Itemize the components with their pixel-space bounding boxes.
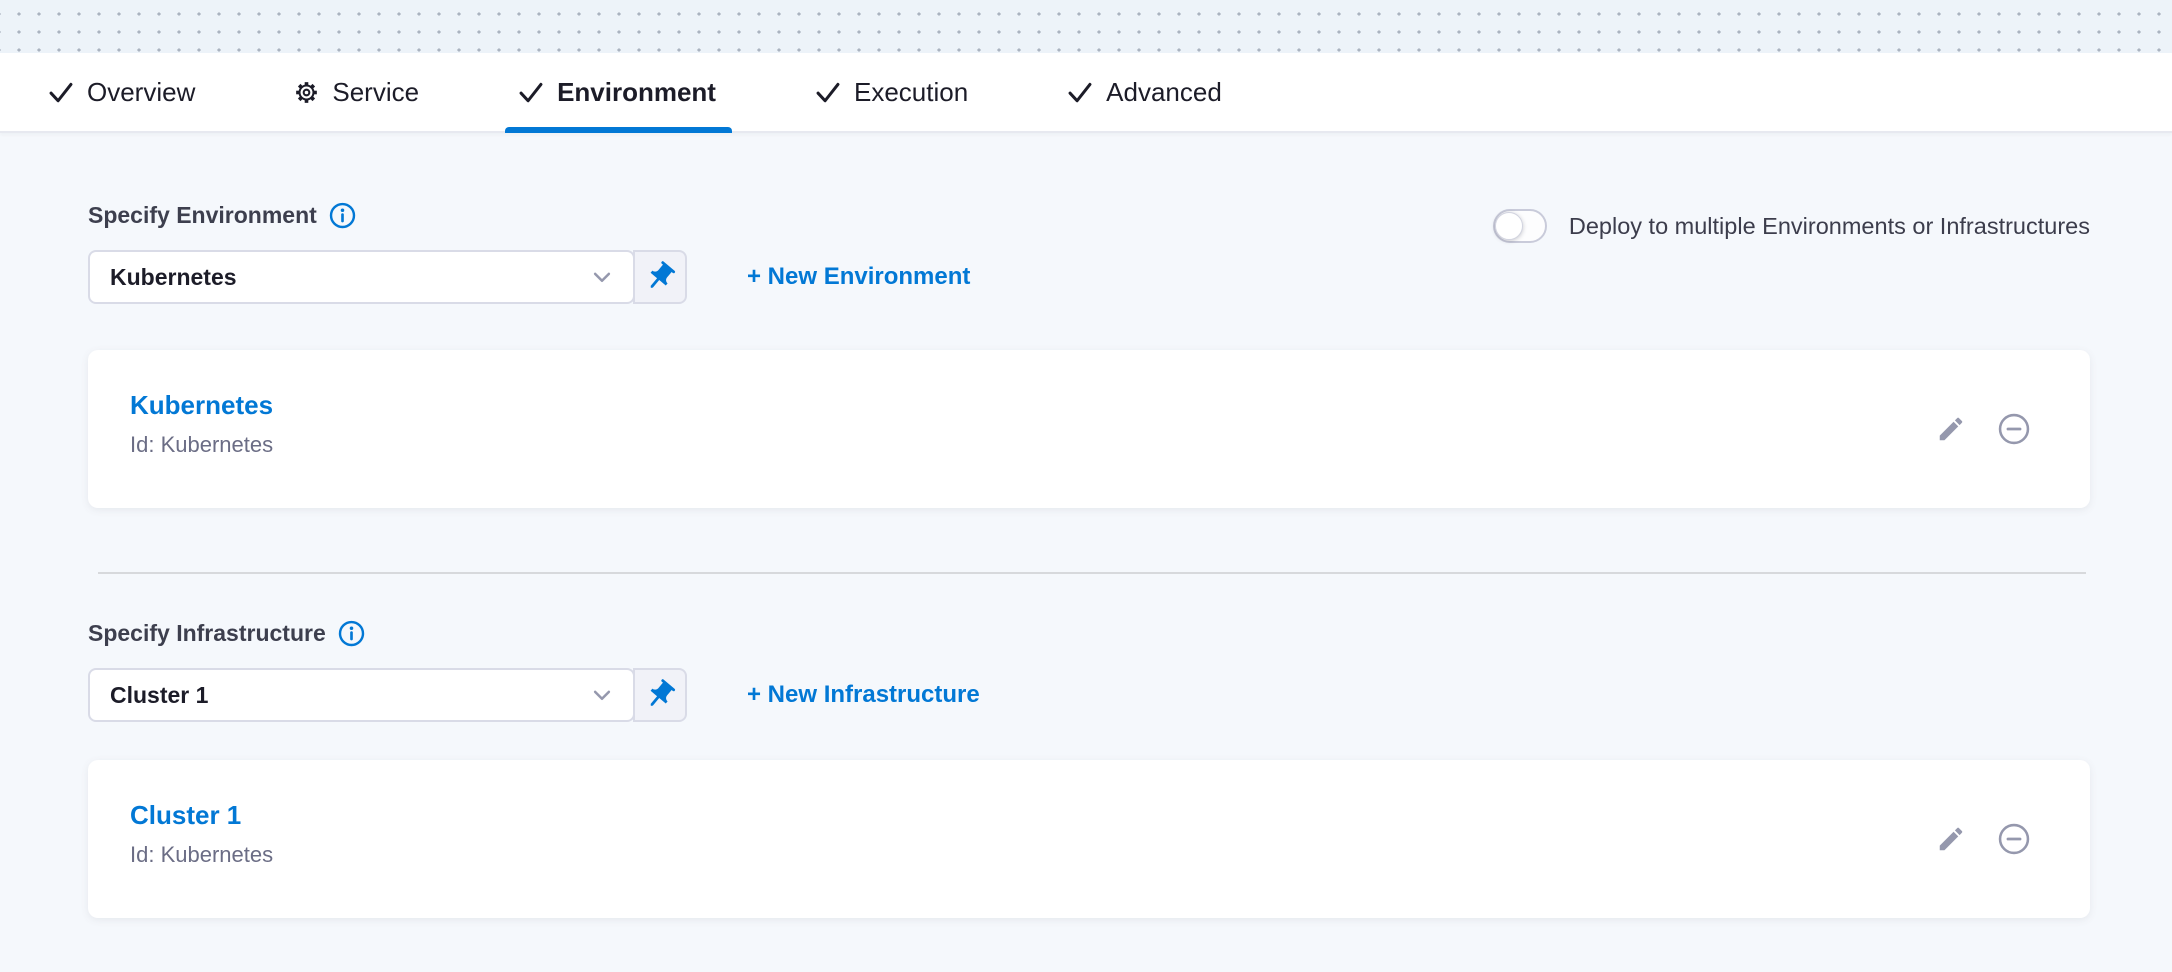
infrastructure-select-value: Cluster 1	[110, 682, 208, 709]
chevron-down-icon	[587, 680, 617, 710]
tab-overview[interactable]: Overview	[47, 53, 195, 131]
tab-service[interactable]: Service	[293, 53, 419, 131]
check-icon	[517, 78, 545, 106]
stage-tabs: Overview Service Environment Execution A…	[0, 53, 2172, 133]
environment-card-title[interactable]: Kubernetes	[130, 390, 2090, 421]
toggle-knob	[1495, 212, 1523, 240]
environment-field-row: Kubernetes + New Environment	[88, 250, 2090, 304]
tab-label: Service	[332, 77, 419, 108]
remove-icon[interactable]	[1996, 411, 2032, 447]
environment-card-id: Id: Kubernetes	[130, 432, 2090, 458]
infrastructure-card-title[interactable]: Cluster 1	[130, 800, 2090, 831]
environment-card: Kubernetes Id: Kubernetes	[88, 350, 2090, 508]
tab-advanced[interactable]: Advanced	[1066, 53, 1222, 131]
chevron-down-icon	[587, 262, 617, 292]
environment-tab-panel: Deploy to multiple Environments or Infra…	[0, 133, 2172, 918]
edit-icon[interactable]	[1936, 824, 1966, 854]
infrastructure-card: Cluster 1 Id: Kubernetes	[88, 760, 2090, 918]
environment-combo: Kubernetes	[88, 250, 687, 304]
environment-select[interactable]: Kubernetes	[88, 250, 635, 304]
tab-label: Execution	[854, 77, 968, 108]
environment-card-actions	[1936, 411, 2032, 447]
tab-label: Overview	[87, 77, 195, 108]
info-icon[interactable]	[328, 201, 357, 230]
new-infrastructure-button[interactable]: + New Infrastructure	[747, 681, 980, 709]
tab-execution[interactable]: Execution	[814, 53, 968, 131]
multi-env-toggle[interactable]	[1493, 209, 1547, 243]
pin-icon	[643, 678, 677, 712]
remove-icon[interactable]	[1996, 821, 2032, 857]
pin-button[interactable]	[633, 668, 687, 722]
dotted-header-strip	[0, 0, 2172, 53]
gear-icon	[293, 79, 320, 106]
specify-infrastructure-label: Specify Infrastructure	[88, 619, 2090, 648]
tab-label: Advanced	[1106, 77, 1222, 108]
new-environment-button[interactable]: + New Environment	[747, 263, 970, 291]
tab-label: Environment	[557, 77, 716, 108]
multi-env-toggle-label: Deploy to multiple Environments or Infra…	[1569, 213, 2090, 240]
infrastructure-card-actions	[1936, 821, 2032, 857]
check-icon	[47, 78, 75, 106]
pin-button[interactable]	[633, 250, 687, 304]
infrastructure-select[interactable]: Cluster 1	[88, 668, 635, 722]
check-icon	[814, 78, 842, 106]
info-icon[interactable]	[337, 619, 366, 648]
edit-icon[interactable]	[1936, 414, 1966, 444]
check-icon	[1066, 78, 1094, 106]
infrastructure-card-id: Id: Kubernetes	[130, 842, 2090, 868]
infrastructure-field-row: Cluster 1 + New Infrastructure	[88, 668, 2090, 722]
environment-select-value: Kubernetes	[110, 264, 237, 291]
section-divider	[98, 572, 2086, 574]
multi-env-toggle-row: Deploy to multiple Environments or Infra…	[1493, 209, 2090, 243]
pin-icon	[643, 260, 677, 294]
tab-environment[interactable]: Environment	[517, 53, 716, 131]
infrastructure-combo: Cluster 1	[88, 668, 687, 722]
